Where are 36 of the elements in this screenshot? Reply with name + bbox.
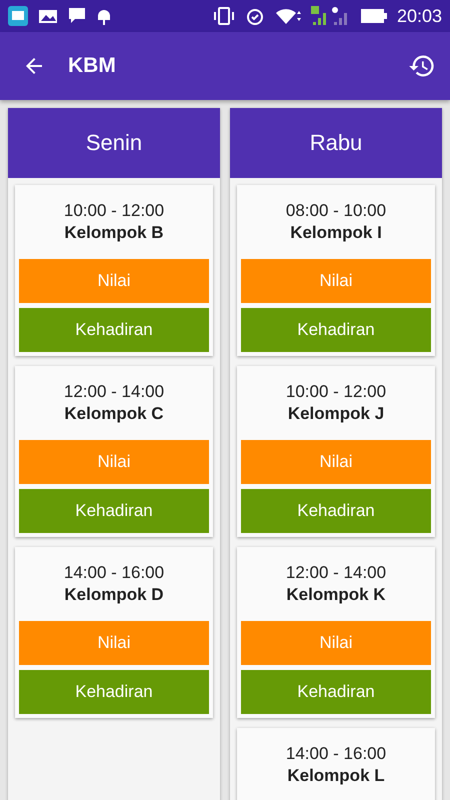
session-time: 10:00 - 12:00: [286, 382, 386, 402]
group-name: Kelompok I: [290, 223, 382, 243]
group-name: Kelompok J: [288, 404, 384, 424]
grade-button[interactable]: Nilai: [19, 440, 209, 484]
grade-button[interactable]: Nilai: [241, 259, 431, 303]
screen-title: KBM: [68, 54, 116, 78]
group-name: Kelompok B: [64, 223, 164, 243]
session-time: 12:00 - 14:00: [286, 563, 386, 583]
grade-button[interactable]: Nilai: [19, 621, 209, 665]
attendance-button[interactable]: Kehadiran: [19, 670, 209, 714]
session-time: 14:00 - 16:00: [64, 563, 164, 583]
app-notification-icon: [8, 6, 28, 26]
group-name: Kelompok L: [287, 766, 385, 786]
vibrate-icon: [212, 6, 235, 26]
clock-time: 20:03: [396, 6, 442, 26]
group-name: Kelompok D: [64, 585, 164, 605]
attendance-button[interactable]: Kehadiran: [241, 670, 431, 714]
attendance-button[interactable]: Kehadiran: [19, 308, 209, 352]
attendance-button[interactable]: Kehadiran: [241, 308, 431, 352]
session-time: 14:00 - 16:00: [286, 744, 386, 764]
grade-button[interactable]: Nilai: [241, 440, 431, 484]
group-name: Kelompok C: [64, 404, 164, 424]
session-time: 08:00 - 10:00: [286, 201, 386, 221]
attendance-button[interactable]: Kehadiran: [19, 489, 209, 533]
day-header: Rabu: [230, 108, 442, 178]
grade-button[interactable]: Nilai: [241, 621, 431, 665]
session-time: 12:00 - 14:00: [64, 382, 164, 402]
session-time: 10:00 - 12:00: [64, 201, 164, 221]
day-header: Senin: [8, 108, 220, 178]
attendance-button[interactable]: Kehadiran: [241, 489, 431, 533]
battery-icon: [360, 9, 387, 23]
grade-button[interactable]: Nilai: [19, 259, 209, 303]
group-name: Kelompok K: [286, 585, 386, 605]
chat-icon: [68, 7, 86, 25]
image-icon: [38, 8, 58, 24]
wifi-icon: [274, 7, 301, 25]
